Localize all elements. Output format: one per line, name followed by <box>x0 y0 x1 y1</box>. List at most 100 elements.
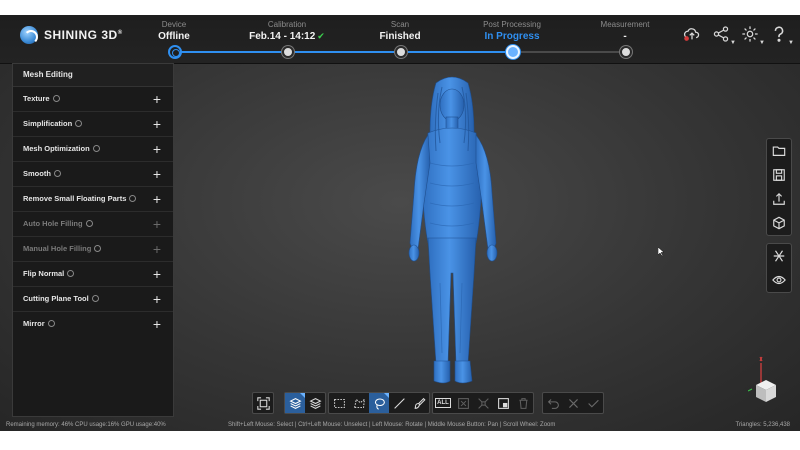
plus-icon[interactable]: + <box>153 87 161 111</box>
scanned-mesh-model[interactable] <box>400 73 505 393</box>
layers-icon <box>288 397 302 409</box>
info-icon[interactable] <box>92 144 100 152</box>
polygon-select-icon <box>353 397 365 408</box>
view-toolbar <box>766 243 792 293</box>
mesh-icon <box>773 250 785 262</box>
step-dot-measurement[interactable] <box>620 46 632 58</box>
step-title: Measurement <box>600 20 650 29</box>
step-value: Finished <box>379 31 421 42</box>
settings-icon[interactable]: ▼ <box>741 25 765 46</box>
plus-icon[interactable]: + <box>153 312 161 336</box>
plus-icon: + <box>152 216 161 232</box>
info-icon[interactable] <box>75 119 83 127</box>
info-icon[interactable] <box>91 294 99 302</box>
brand-logo: SHINING 3D® <box>20 26 123 44</box>
panel-item-texture[interactable]: Texture + <box>13 87 173 112</box>
brand-name: SHINING 3D <box>44 28 118 42</box>
plus-icon[interactable]: + <box>153 287 161 311</box>
info-icon[interactable] <box>85 219 93 227</box>
chevron-down-icon: ▼ <box>759 40 765 46</box>
mesh-editing-panel: Mesh Editing Texture + Simplification + Me… <box>12 63 174 417</box>
panel-item-auto-hole-filling: Auto Hole Filling + <box>13 212 173 237</box>
step-post-processing[interactable]: Post Processing In Progress <box>452 20 572 43</box>
layer-through-button[interactable] <box>305 393 325 413</box>
check-icon: ✔ <box>317 31 325 41</box>
selection-actions-toolbar: ALL <box>432 392 534 414</box>
save-icon <box>773 169 785 181</box>
cloud-upload-icon[interactable] <box>683 25 703 45</box>
resource-usage-text: Remaining memory: 46% CPU usage:16% GPU … <box>6 422 166 428</box>
plus-icon: + <box>152 241 161 257</box>
panel-item-remove-small-floating-parts[interactable]: Remove Small Floating Parts + <box>13 187 173 212</box>
plus-icon[interactable]: + <box>153 112 161 136</box>
help-icon[interactable]: ▼ <box>770 25 794 46</box>
step-value: Feb.14 - 14:12 <box>249 31 316 42</box>
polygon-select-button[interactable] <box>349 393 369 413</box>
select-connected-icon <box>497 397 509 409</box>
clear-selection-button <box>453 393 473 413</box>
save-button[interactable] <box>767 163 791 187</box>
select-all-label: ALL <box>435 398 451 408</box>
selection-toolbar <box>328 392 430 414</box>
header-bar: SHINING 3D® Device Offline Calibration F… <box>0 15 800 64</box>
cancel-button <box>563 393 583 413</box>
lasso-select-button[interactable] <box>369 393 389 413</box>
panel-item-mirror[interactable]: Mirror + <box>13 312 173 336</box>
panel-item-mesh-optimization[interactable]: Mesh Optimization + <box>13 137 173 162</box>
mesh-display-button[interactable] <box>767 244 791 268</box>
info-icon[interactable] <box>47 319 55 327</box>
undo-icon <box>547 398 559 409</box>
step-calibration[interactable]: Calibration Feb.14 - 14:12 ✔ <box>227 20 347 43</box>
select-all-button[interactable]: ALL <box>433 393 453 413</box>
step-dot-post-processing[interactable] <box>506 45 520 59</box>
step-device[interactable]: Device Offline <box>114 20 234 43</box>
fit-view-icon <box>256 396 270 410</box>
step-scan[interactable]: Scan Finished <box>340 20 460 43</box>
info-icon[interactable] <box>53 169 61 177</box>
step-dot-device[interactable] <box>168 45 182 59</box>
model-view-button[interactable] <box>767 211 791 235</box>
info-icon[interactable] <box>67 269 75 277</box>
lasso-icon <box>374 398 385 410</box>
delete-selection-button <box>513 393 533 413</box>
share-icon[interactable]: ▼ <box>712 25 736 46</box>
export-button[interactable] <box>767 187 791 211</box>
brush-select-button[interactable] <box>409 393 429 413</box>
info-icon[interactable] <box>94 244 102 252</box>
check-icon <box>587 399 599 408</box>
panel-item-simplification[interactable]: Simplification + <box>13 112 173 137</box>
panel-item-flip-normal[interactable]: Flip Normal + <box>13 262 173 287</box>
step-dot-calibration[interactable] <box>282 46 294 58</box>
layers-icon <box>308 397 322 409</box>
orientation-cube[interactable] <box>748 355 784 417</box>
plus-icon[interactable]: + <box>153 187 161 211</box>
line-select-button[interactable] <box>389 393 409 413</box>
fit-view-button[interactable] <box>253 393 273 413</box>
step-value: Offline <box>158 31 190 42</box>
open-folder-button[interactable] <box>767 139 791 163</box>
brush-icon <box>414 397 426 409</box>
visibility-button[interactable] <box>767 268 791 292</box>
plus-icon[interactable]: + <box>153 262 161 286</box>
chevron-down-icon: ▼ <box>788 40 794 46</box>
plus-icon[interactable]: + <box>153 162 161 186</box>
panel-item-smooth[interactable]: Smooth + <box>13 162 173 187</box>
close-icon <box>568 398 578 408</box>
step-measurement[interactable]: Measurement - <box>565 20 685 43</box>
trash-icon <box>518 397 528 409</box>
triangle-count-text: Triangles: 5,236,438 <box>735 422 790 428</box>
panel-item-cutting-plane-tool[interactable]: Cutting Plane Tool + <box>13 287 173 312</box>
eye-icon <box>772 275 786 285</box>
select-connected-button[interactable] <box>493 393 513 413</box>
rectangle-select-button[interactable] <box>329 393 349 413</box>
step-title: Scan <box>390 20 410 29</box>
step-value: In Progress <box>484 31 540 42</box>
info-icon[interactable] <box>129 194 137 202</box>
clear-selection-icon <box>457 397 469 409</box>
step-dot-scan[interactable] <box>395 46 407 58</box>
plus-icon[interactable]: + <box>153 137 161 161</box>
layer-select-button[interactable] <box>285 393 305 413</box>
layer-toolbar <box>284 392 326 414</box>
info-icon[interactable] <box>52 94 60 102</box>
invert-selection-icon <box>477 397 489 409</box>
